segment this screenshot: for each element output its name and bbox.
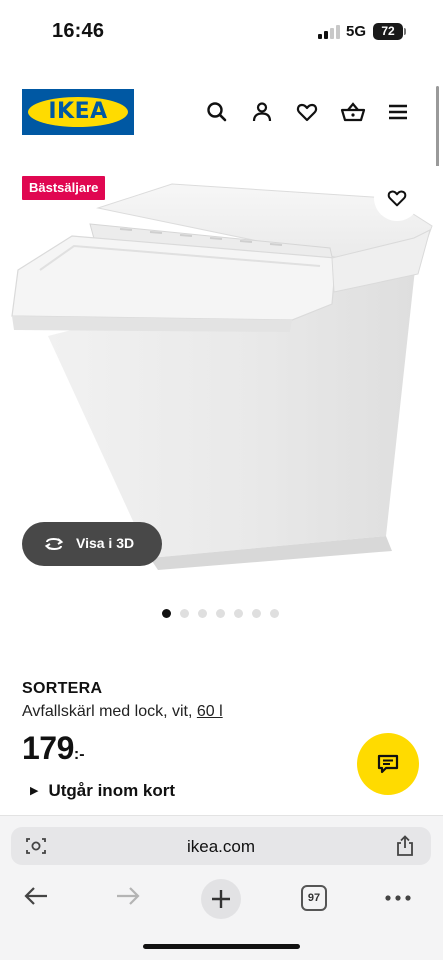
home-indicator[interactable]	[143, 944, 300, 949]
price-suffix: :-	[73, 746, 85, 763]
view-3d-label: Visa i 3D	[76, 535, 135, 551]
scroll-indicator[interactable]	[436, 86, 439, 176]
heart-icon[interactable]	[295, 100, 319, 124]
tabs-button[interactable]: 97	[301, 885, 327, 911]
back-arrow-icon[interactable]	[22, 882, 50, 910]
price-value: 179	[22, 730, 74, 766]
view-3d-button[interactable]: Visa i 3D	[22, 522, 162, 566]
carousel-dot[interactable]	[216, 609, 225, 618]
more-icon[interactable]	[384, 894, 412, 902]
menu-icon[interactable]	[386, 100, 410, 124]
product-size-link[interactable]: 60 l	[197, 703, 223, 720]
availability-toggle[interactable]: ▶ Utgår inom kort	[30, 781, 175, 801]
carousel-dot[interactable]	[234, 609, 243, 618]
battery-icon: 72	[373, 23, 403, 40]
basket-icon[interactable]	[340, 100, 366, 124]
share-icon[interactable]	[395, 835, 415, 857]
browser-toolbar: ikea.com 97	[0, 815, 443, 960]
heart-icon	[387, 190, 407, 207]
url-text: ikea.com	[186, 837, 256, 856]
product-name: SORTERA	[22, 680, 103, 697]
carousel-dot[interactable]	[198, 609, 207, 618]
caret-right-icon: ▶	[30, 785, 39, 797]
plus-icon	[212, 890, 230, 908]
site-header: IKEA	[0, 80, 443, 142]
ikea-logo[interactable]: IKEA	[22, 89, 134, 135]
favorite-button[interactable]	[374, 175, 420, 221]
logo-text: IKEA	[48, 99, 108, 124]
carousel-dot[interactable]	[180, 609, 189, 618]
status-time: 16:46	[52, 20, 105, 42]
signal-icon	[318, 25, 340, 39]
rotate-3d-icon	[44, 538, 64, 550]
battery-tip	[404, 28, 406, 35]
network-label: 5G	[346, 23, 367, 40]
image-carousel-dots	[162, 609, 292, 619]
product-price: 179:-	[22, 730, 85, 767]
carousel-dot[interactable]	[270, 609, 279, 618]
chat-button[interactable]	[357, 733, 419, 795]
carousel-dot[interactable]	[162, 609, 171, 618]
search-icon[interactable]	[205, 100, 229, 124]
product-description-text: Avfallskärl med lock, vit,	[22, 703, 193, 720]
user-icon[interactable]	[250, 100, 274, 124]
chat-icon	[377, 754, 399, 774]
new-tab-button[interactable]	[201, 879, 241, 919]
forward-arrow-icon[interactable]	[114, 882, 142, 910]
product-description: Avfallskärl med lock, vit, 60 l	[22, 703, 223, 721]
address-bar[interactable]: ikea.com	[11, 827, 431, 865]
availability-label: Utgår inom kort	[48, 781, 176, 800]
carousel-dot[interactable]	[252, 609, 261, 618]
bestseller-badge: Bästsäljare	[22, 176, 106, 200]
status-bar: 16:46 5G 72	[0, 0, 443, 62]
